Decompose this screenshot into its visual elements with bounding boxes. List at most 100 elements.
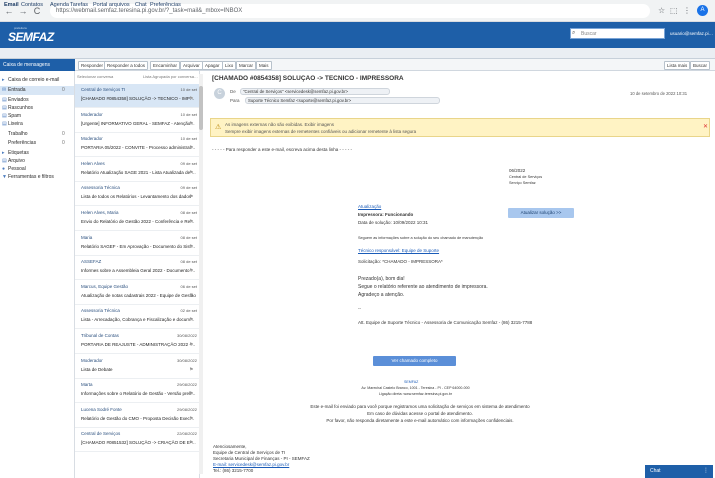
sidebar-item[interactable]: ▸ Caixa de correio e-mail xyxy=(2,76,72,84)
footer-paragraph-3: Por favor, não responda diretamente a es… xyxy=(326,418,514,423)
sidebar-item[interactable]: ▤Lixeira xyxy=(2,120,72,128)
message-date: 22/08/2022 xyxy=(176,431,197,437)
delete-button[interactable]: Apagar xyxy=(202,61,223,70)
sidebar-item-label: Lixeira xyxy=(8,121,23,127)
chat-menu-icon[interactable]: ⋮ xyxy=(703,465,709,478)
message-subject: Envio do Relatório de Gestão 2022 - Conf… xyxy=(81,219,196,224)
footer-brand: SEMFAZ xyxy=(404,380,419,384)
sidebar-item[interactable]: Preferências 0 xyxy=(2,139,72,147)
flag-icon[interactable]: ⚑ xyxy=(189,219,193,225)
flag-icon[interactable]: ⚑ xyxy=(189,391,193,397)
flag-icon[interactable]: ⚑ xyxy=(189,293,193,299)
flag-icon[interactable]: ⚑ xyxy=(189,416,193,422)
nav-files[interactable]: Portal arquivos xyxy=(93,1,130,10)
update-title[interactable]: Atualização xyxy=(358,204,381,209)
sidebar-item[interactable]: ▤Rascunhos xyxy=(2,104,72,112)
message-row[interactable]: Central de Serviços TI 10 de set [CHAMADO … xyxy=(75,84,200,108)
sidebar-item-count: 0 xyxy=(62,87,65,93)
extensions-icon[interactable]: ⬚ xyxy=(670,6,678,16)
search-input[interactable]: ⌕ Buscar xyxy=(570,28,665,39)
sidebar-item[interactable]: ✉ Entrada 0 xyxy=(2,86,72,94)
message-row[interactable]: Moderador 10 de set PORTARIA 05/2022 - CON… xyxy=(75,133,200,158)
message-row[interactable]: Central de Serviços 22/08/2022 [CHAMADO #0… xyxy=(75,428,200,453)
warning-text[interactable]: As imagens externas não são exibidas. Ex… xyxy=(225,122,665,127)
junk-button[interactable]: Lixo xyxy=(222,61,237,70)
nav-tasks[interactable]: Tarefas xyxy=(70,1,88,10)
flag-icon[interactable]: ⚑ xyxy=(189,367,193,373)
nav-email[interactable]: Email xyxy=(4,1,19,10)
from-chip[interactable]: "Central de Serviços" <servicedesk@semfa… xyxy=(240,88,390,95)
view-ticket-button[interactable]: Ver chamado completo xyxy=(373,356,456,366)
reply-all-button[interactable]: Responder a todos xyxy=(104,61,149,70)
app-logo[interactable]: prefeitura SEMFAZ xyxy=(4,26,54,46)
technician-line[interactable]: Técnico responsável: Equipe de Suporte xyxy=(358,248,439,253)
menu-icon[interactable]: ⋮ xyxy=(683,6,691,16)
email-date: 10 de setembro de 2022 10:31 xyxy=(630,91,688,96)
nav-chat[interactable]: Chat xyxy=(135,1,147,10)
mark-button[interactable]: Marcar xyxy=(236,61,257,70)
footer-link[interactable]: Ligação direta: www.semfaz.teresina.pi.g… xyxy=(343,392,488,396)
flag-icon[interactable]: ⚑ xyxy=(189,342,193,348)
message-row[interactable]: Tribunal de Contas 30/08/2022 PORTARIA DE … xyxy=(75,330,200,354)
solution-date: Data de solução: 10/09/2022 10:31 xyxy=(358,220,429,225)
search-options-button[interactable]: Buscar xyxy=(690,61,711,70)
sidebar-item[interactable]: ▤Enviados xyxy=(2,96,72,104)
message-row[interactable]: Moderador 10 de set [Urgente] INFORMATIVO … xyxy=(75,109,200,133)
nav-contacts[interactable]: Contatos xyxy=(21,1,43,10)
message-row[interactable]: Assessoria Técnica 02 de set Lista - Arrec… xyxy=(75,305,200,330)
list-options-button[interactable]: Lista mais xyxy=(664,61,691,70)
sidebar-item[interactable]: ▸ Etiquetas xyxy=(2,149,72,157)
nav-calendar[interactable]: Agenda xyxy=(50,1,69,10)
sidebar-item[interactable]: ▼Ferramentas e filtros xyxy=(2,173,72,181)
list-header-right[interactable]: Lista Agrupada por conversação xyxy=(143,74,199,79)
flag-icon[interactable]: ⚑ xyxy=(189,317,193,323)
warning-text-2[interactable]: Sempre exibir imagens externas de remete… xyxy=(225,129,665,134)
flag-icon[interactable]: ⚑ xyxy=(189,121,193,127)
close-icon[interactable]: ✕ xyxy=(703,123,708,130)
flag-icon[interactable]: ⚑ xyxy=(189,145,193,151)
message-row[interactable]: Assessoria Técnica 09 de set Lista de todo… xyxy=(75,182,200,207)
nav-preferences[interactable]: Preferências xyxy=(150,1,181,10)
closing-email[interactable]: E-mail: servicedesk@semfaz.pi.gov.br xyxy=(213,462,289,467)
flag-icon[interactable]: ⚑ xyxy=(189,440,193,446)
message-subject: Relatório de Gestão do CMO - Proposta De… xyxy=(81,415,196,421)
message-subject: Informes sobre a Assembleia Geral 2022 -… xyxy=(81,268,196,274)
reply-button[interactable]: Responder xyxy=(78,61,107,70)
email-subject: [CHAMADO #0854358] SOLUÇÃO -> TECNICO - … xyxy=(212,75,404,82)
update-solution-button[interactable]: Atualizar solução >> xyxy=(508,208,574,218)
message-row[interactable]: Helen Alves 09 de set Relatório Atualizaçã… xyxy=(75,158,200,182)
star-icon[interactable]: ☆ xyxy=(658,6,665,16)
flag-icon[interactable]: ⚑ xyxy=(189,170,193,176)
flag-icon[interactable]: ⚑ xyxy=(189,244,193,250)
signature-name: Central de Serviços xyxy=(509,175,543,179)
sidebar-item[interactable]: ▤Arquivo xyxy=(2,157,72,165)
signature-line: Att. Equipe de Suporte Técnico - Assesso… xyxy=(358,320,533,325)
message-row[interactable]: Helen Alves, Maria 08 de set Envio do Rela… xyxy=(75,207,200,231)
message-row[interactable]: Marcus, Equipe Gestão 06 de set Atualizaçã… xyxy=(75,281,200,305)
list-header-left[interactable]: Selecionar conversa xyxy=(77,74,137,79)
printer-status: Impressora: Funcionando xyxy=(358,212,414,217)
sidebar-item[interactable]: Trabalho 0 xyxy=(2,130,72,138)
message-subject: [CHAMADO #0851532] SOLUÇÃO -> CRIAÇÃO DE… xyxy=(81,440,196,446)
flag-icon[interactable]: ⚑ xyxy=(189,96,193,102)
body-line-1: Segue o relatório referente ao atendimen… xyxy=(358,284,488,290)
flag-icon[interactable]: ⚑ xyxy=(189,268,193,274)
message-row[interactable]: Moderador 30/08/2022 Lista de Debate ⚑ xyxy=(75,355,200,379)
message-row[interactable]: Lucena Sodré Fonte 29/08/2022 Relatório de… xyxy=(75,404,200,428)
user-menu[interactable]: usuario@semfaz.pi.gov.br xyxy=(670,31,714,36)
message-row[interactable]: Maria 08 de set Relatório SAGEF - Em Aprov… xyxy=(75,232,200,256)
flag-icon[interactable]: ⚑ xyxy=(189,194,193,200)
message-row[interactable]: Marta 29/08/2022 Informações sobre o Relat… xyxy=(75,379,200,404)
sidebar-item[interactable]: ▤Spam xyxy=(2,112,72,120)
message-row[interactable]: ASSEFAZ 08 de set Informes sobre a Assembl… xyxy=(75,256,200,281)
message-sender: Tribunal de Contas xyxy=(81,333,119,338)
folder-header[interactable]: Caixa de mensagens xyxy=(0,59,75,71)
chat-bar[interactable]: Chat ⋮ xyxy=(645,465,713,478)
message-sender: Lucena Sodré Fonte xyxy=(81,406,122,412)
to-chip[interactable]: Suporte Técnico Semfaz <suporte@semfaz.p… xyxy=(245,97,440,104)
sidebar-item[interactable]: ● Pessoal xyxy=(2,165,72,173)
archive-button[interactable]: Arquivar xyxy=(180,61,203,70)
forward-button[interactable]: Encaminhar xyxy=(150,61,181,70)
more-button[interactable]: Mais xyxy=(256,61,272,70)
profile-avatar[interactable]: A xyxy=(697,5,708,16)
